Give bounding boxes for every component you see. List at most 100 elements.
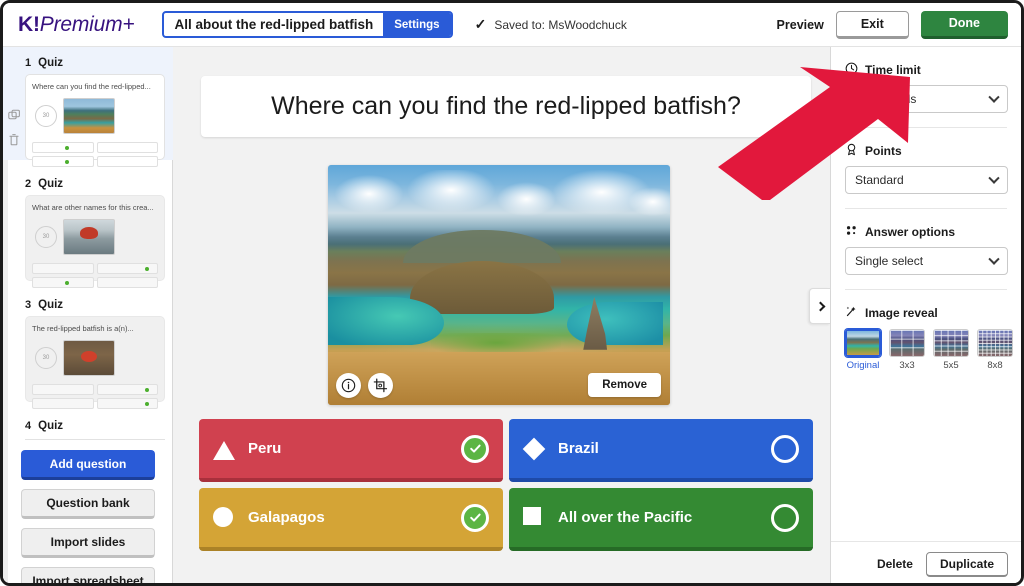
image-reveal-thumb-original (845, 329, 881, 357)
answer-tile-2[interactable]: Brazil (509, 419, 813, 482)
answer-bar (97, 398, 159, 409)
medal-icon (845, 143, 858, 159)
done-button[interactable]: Done (921, 11, 1008, 39)
question-media[interactable]: Remove (328, 165, 670, 405)
sidebar-question-3-number: 3 (25, 299, 31, 311)
exit-button[interactable]: Exit (836, 11, 909, 39)
answer-tile-2-correct-toggle[interactable] (771, 435, 799, 463)
image-lagoon-right-layer (567, 302, 663, 345)
image-reveal-thumb-8x8 (977, 329, 1013, 357)
answer-tile-3-label[interactable]: Galapagos (248, 509, 325, 526)
points-value: Standard (855, 173, 904, 187)
question-settings-panel: Time limit 30 seconds Points Standard (830, 47, 1021, 586)
answer-tile-3[interactable]: Galapagos (199, 488, 503, 551)
image-reveal-options: Original 3x3 5x5 8x8 (831, 329, 1021, 371)
image-reveal-caption-5x5: 5x5 (933, 360, 969, 371)
logo-premium-text: Premium+ (40, 13, 135, 36)
image-reveal-option-original[interactable]: Original (845, 329, 881, 371)
duplicate-icon[interactable] (8, 109, 21, 122)
sidebar-question-2-timer: 30 (35, 226, 57, 248)
trash-icon[interactable] (8, 133, 21, 146)
image-reveal-thumb-3x3 (889, 329, 925, 357)
answer-bar (32, 277, 94, 288)
info-icon[interactable] (336, 373, 361, 398)
import-slides-button[interactable]: Import slides (21, 528, 155, 558)
saved-status-text: Saved to: MsWoodchuck (494, 18, 627, 32)
import-spreadsheet-button[interactable]: Import spreadsheet (21, 567, 155, 586)
image-lagoon-left-layer (328, 297, 444, 345)
image-reveal-caption-original: Original (845, 360, 881, 371)
image-reveal-option-3x3[interactable]: 3x3 (889, 329, 925, 371)
check-icon: ✓ (475, 16, 487, 33)
answer-options-label: Answer options (865, 225, 955, 239)
add-question-button[interactable]: Add question (21, 450, 155, 480)
image-reveal-caption-8x8: 8x8 (977, 360, 1013, 371)
kahoot-title-group: All about the red-lipped batfish Setting… (162, 11, 452, 38)
image-reveal-option-5x5[interactable]: 5x5 (933, 329, 969, 371)
panel-divider (845, 289, 1007, 290)
sidebar-question-4-type: Quiz (38, 420, 63, 432)
kahoot-title-input[interactable]: All about the red-lipped batfish (164, 13, 383, 36)
answer-tile-1[interactable]: Peru (199, 419, 503, 482)
panel-divider (845, 208, 1007, 209)
answer-tile-2-label[interactable]: Brazil (558, 440, 599, 457)
chevron-down-icon (988, 92, 999, 103)
settings-button[interactable]: Settings (383, 13, 450, 36)
sidebar-question-3-answer-bars (32, 384, 158, 409)
top-header-bar: K!Premium+ All about the red-lipped batf… (3, 3, 1021, 47)
sidebar-question-3-preview: 30 (32, 337, 158, 379)
sidebar-question-3-card[interactable]: The red-lipped batfish is a(n)... 30 (25, 316, 165, 402)
answer-options-value: Single select (855, 254, 923, 268)
answer-tile-4[interactable]: All over the Pacific (509, 488, 813, 551)
answer-tile-4-correct-toggle[interactable] (771, 504, 799, 532)
sidebar-question-4[interactable]: 4 Quiz (3, 410, 173, 440)
delete-question-button[interactable]: Delete (877, 557, 913, 571)
answer-bar (32, 398, 94, 409)
answer-bar (97, 156, 159, 167)
time-limit-dropdown[interactable]: 30 seconds (845, 85, 1008, 113)
answer-bar (32, 384, 94, 395)
sidebar-question-2-preview: 30 (32, 216, 158, 258)
sidebar-question-3-thumbnail (63, 340, 115, 376)
clock-icon (845, 62, 858, 78)
image-clouds-layer (328, 170, 670, 223)
sidebar-question-2-card[interactable]: What are other names for this crea... 30 (25, 195, 165, 281)
answer-options-dropdown[interactable]: Single select (845, 247, 1008, 275)
preview-button[interactable]: Preview (777, 18, 824, 32)
sidebar-question-1-card[interactable]: Where can you find the red-lipped... 30 (25, 74, 165, 160)
saved-status: ✓ Saved to: MsWoodchuck (475, 16, 627, 33)
slide-editor-stage: Where can you find the red-lipped batfis… (173, 47, 833, 586)
time-limit-label: Time limit (865, 63, 921, 77)
crop-image-icon[interactable] (368, 373, 393, 398)
points-label: Points (865, 144, 902, 158)
duplicate-question-button[interactable]: Duplicate (926, 552, 1008, 577)
question-title-input[interactable]: Where can you find the red-lipped batfis… (201, 76, 811, 137)
answer-tile-1-correct-toggle[interactable] (461, 435, 489, 463)
sidebar-question-3-timer: 30 (35, 347, 57, 369)
image-reveal-option-8x8[interactable]: 8x8 (977, 329, 1013, 371)
answer-tile-1-label[interactable]: Peru (248, 440, 281, 457)
answer-tile-4-label[interactable]: All over the Pacific (558, 509, 692, 526)
remove-image-button[interactable]: Remove (588, 373, 661, 397)
points-dropdown[interactable]: Standard (845, 166, 1008, 194)
answer-tiles-grid: Peru Brazil Galapagos All over the Pa (199, 419, 813, 551)
chevron-down-icon (988, 254, 999, 265)
sidebar-question-1[interactable]: 1 Quiz Where can you find the red-lipped… (3, 47, 173, 160)
question-image (328, 165, 670, 405)
image-reveal-thumb-5x5 (933, 329, 969, 357)
answer-bar (32, 156, 94, 167)
sidebar-question-3-title: The red-lipped batfish is a(n)... (32, 324, 158, 333)
answer-tile-3-correct-toggle[interactable] (461, 504, 489, 532)
sidebar-scroll-area[interactable]: 1 Quiz Where can you find the red-lipped… (3, 47, 173, 586)
question-settings-footer: Delete Duplicate (831, 541, 1022, 586)
sidebar-question-1-thumbnail (63, 98, 115, 134)
answer-bar (97, 277, 159, 288)
sidebar-question-3[interactable]: 3 Quiz The red-lipped batfish is a(n)...… (3, 289, 173, 402)
sidebar-question-1-answer-bars (32, 142, 158, 167)
sidebar-question-2[interactable]: 2 Quiz What are other names for this cre… (3, 168, 173, 281)
question-title-text: Where can you find the red-lipped batfis… (271, 92, 741, 121)
kahoot-premium-logo[interactable]: K!Premium+ (18, 13, 134, 37)
collapse-panel-button[interactable] (809, 288, 830, 324)
question-bank-button[interactable]: Question bank (21, 489, 155, 519)
points-label-row: Points (845, 143, 1007, 159)
